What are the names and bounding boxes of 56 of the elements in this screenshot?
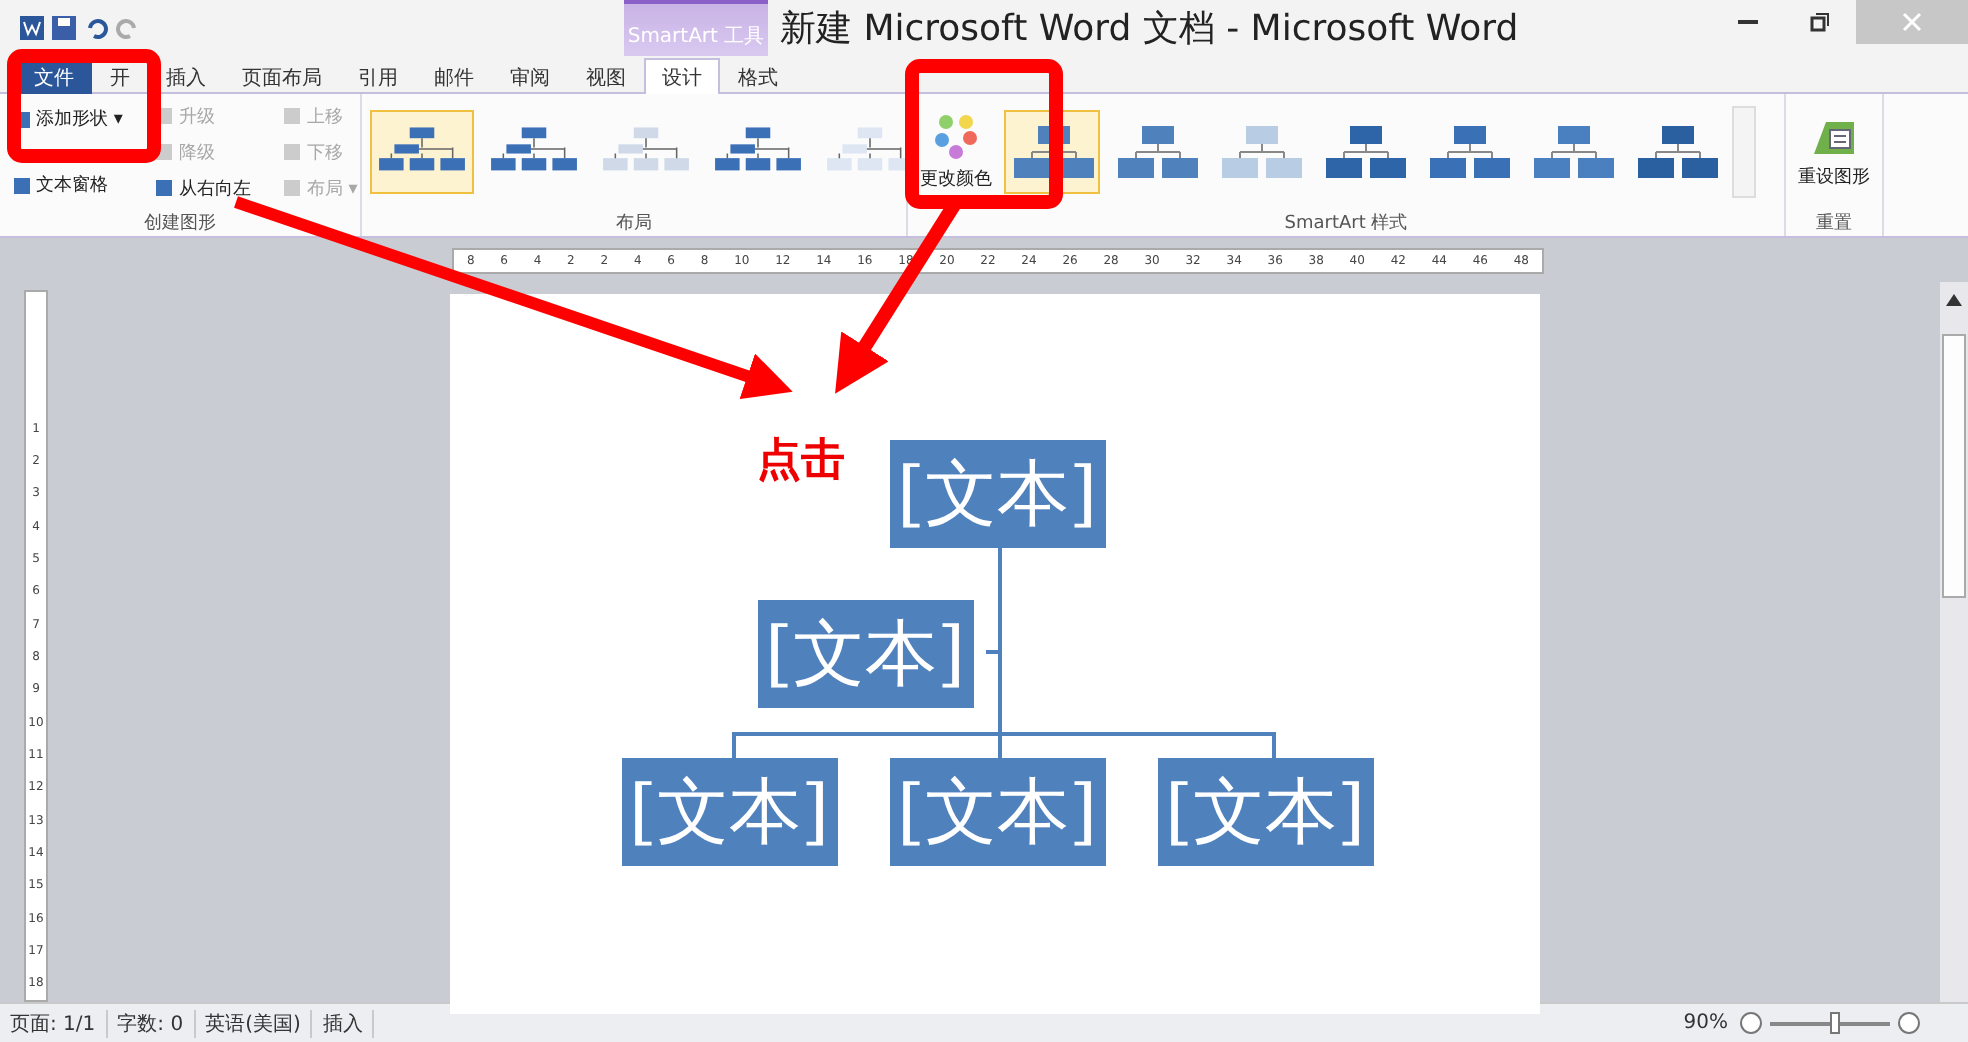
zoom-in-button[interactable] [1898,1012,1920,1034]
change-colors-button[interactable]: 更改颜色 [916,108,996,196]
ribbon-tab[interactable]: 邮件 [416,58,492,94]
ribbon-tab[interactable]: 插入 [148,58,224,94]
hierarchy-icon [1322,122,1406,182]
command-icon [282,142,303,162]
reset-graphic-button[interactable]: 重设图形 [1794,110,1874,194]
ribbon-tab[interactable]: 页面布局 [224,58,340,94]
zoom-percent[interactable]: 90% [1671,1012,1740,1034]
restore-icon [1810,12,1830,32]
scroll-up-icon[interactable] [1946,294,1962,306]
close-icon [1902,12,1922,32]
smartart-shape: [文本] [889,440,1105,548]
hierarchy-icon [1634,122,1718,182]
ribbon-button[interactable]: 文本窗格 [8,170,127,200]
language-status[interactable]: 英语(美国) [195,1009,313,1037]
zoom-thumb[interactable] [1830,1011,1840,1033]
save-icon[interactable] [52,16,76,40]
hierarchy-icon [1218,122,1302,182]
context-tab-label: SmartArt 工具 [624,0,768,56]
command-icon [154,178,175,198]
group-label: SmartArt 样式 [1282,211,1410,236]
group-label: 布局 [614,211,654,236]
ribbon-tab[interactable]: 格式 [720,58,796,94]
hierarchy-icon [1530,122,1614,182]
ribbon-tab[interactable]: 视图 [568,58,644,94]
command-icon [282,178,303,198]
window-title: 新建 Microsoft Word 文档 - Microsoft Word [780,6,1521,52]
annotation-text: 点击 [757,434,845,490]
group-label: 创建图形 [142,211,218,236]
color-dots-icon [932,112,980,160]
smartart-shape: [文本] [757,600,973,708]
command-icon [282,106,303,126]
ribbon-button[interactable]: 添加形状 ▾ [8,104,127,134]
hierarchy-icon [1426,122,1510,182]
layout-option[interactable] [370,110,474,194]
ribbon-tab[interactable]: 设计 [644,58,720,94]
ribbon-tab[interactable]: 开 [92,58,148,94]
minimize-icon [1738,20,1758,24]
word-count: 字数: 0 [107,1009,196,1037]
hierarchy-icon [1114,122,1198,182]
page-count: 页面: 1/1 [0,1009,108,1037]
smartart-shape: [文本] [1157,758,1373,866]
smartart-shape: [文本] [889,758,1105,866]
group-label: 重置 [1814,211,1854,236]
ribbon-tab[interactable]: 审阅 [492,58,568,94]
ribbon-tab[interactable]: 引用 [340,58,416,94]
hierarchy-icon [1010,122,1094,182]
scrollbar-thumb[interactable] [1942,334,1966,598]
command-icon [12,175,32,195]
smartart-shape: [文本] [621,758,837,866]
insert-mode[interactable]: 插入 [312,1009,375,1037]
ribbon-button[interactable]: 从右向左 [150,173,255,203]
undo-icon[interactable] [84,16,108,40]
zoom-out-button[interactable] [1740,1012,1762,1034]
word-logo-icon [20,16,44,40]
